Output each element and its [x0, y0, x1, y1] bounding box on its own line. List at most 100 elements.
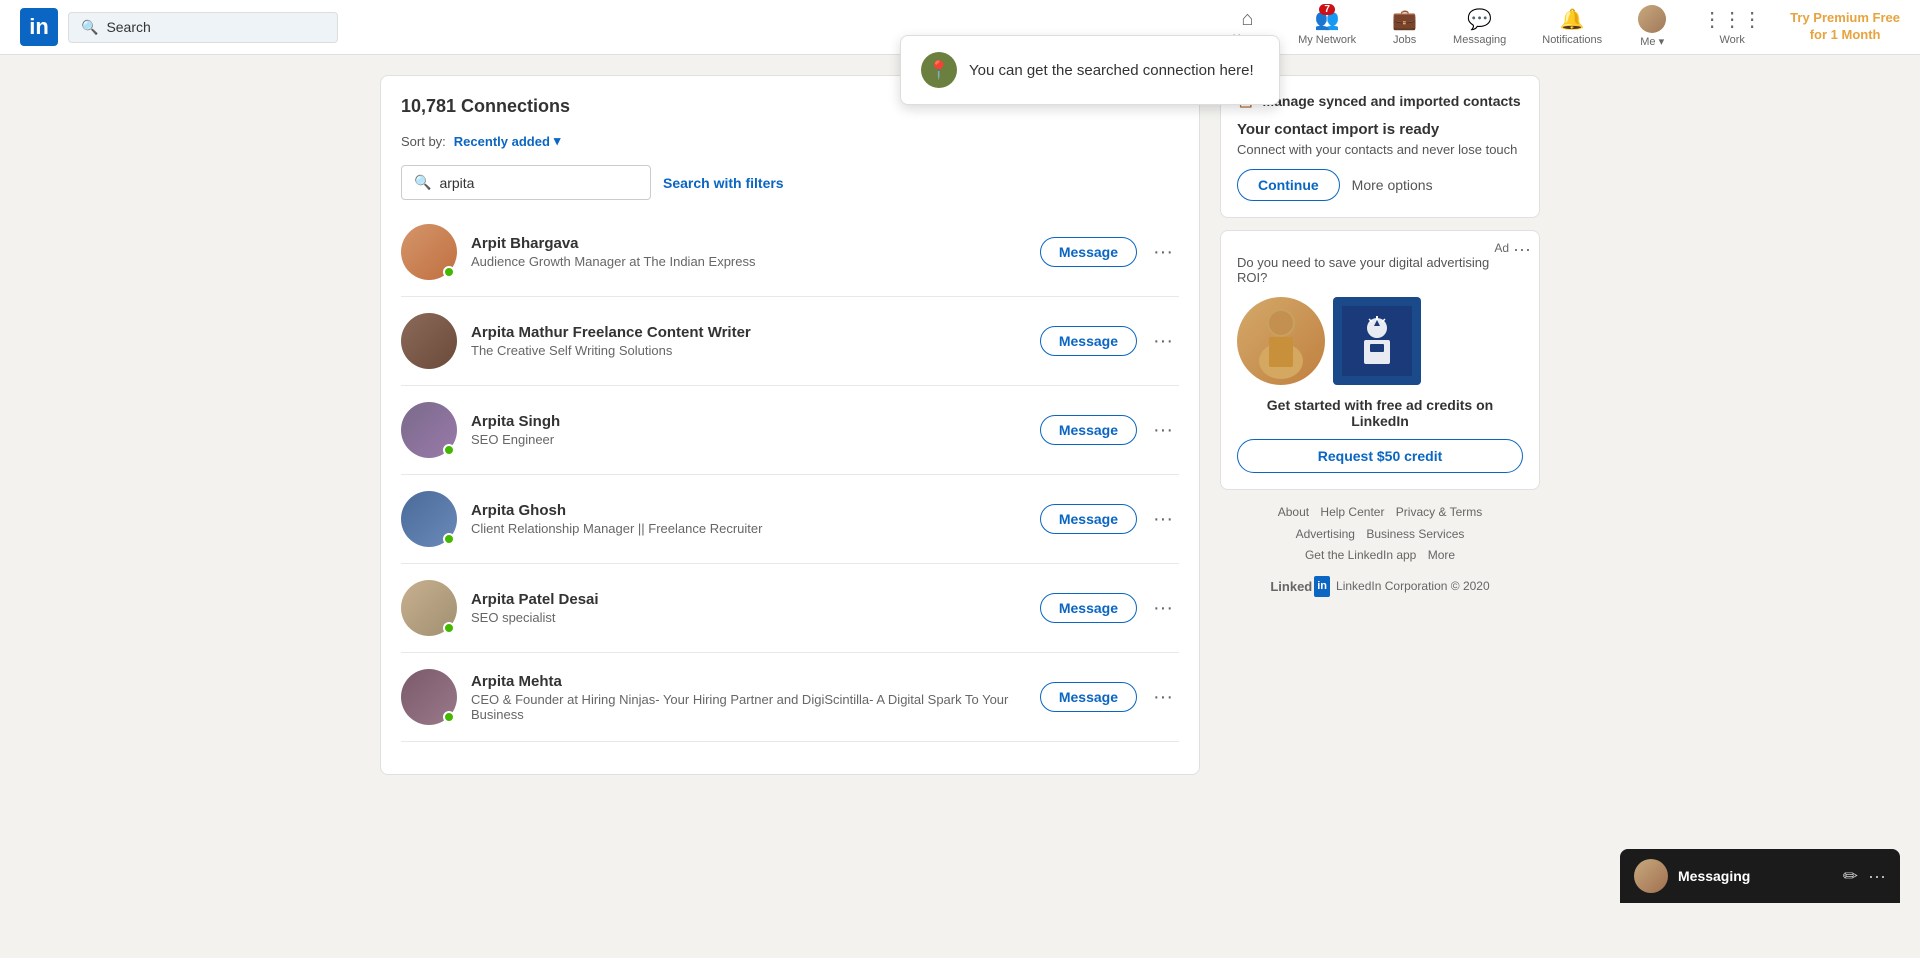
footer-about[interactable]: About: [1278, 505, 1309, 519]
connection-name[interactable]: Arpit Bhargava: [471, 235, 1026, 252]
online-indicator: [443, 266, 455, 278]
footer-privacy-terms[interactable]: Privacy & Terms: [1396, 505, 1482, 519]
sort-value: Recently added: [454, 134, 550, 149]
message-button[interactable]: Message: [1040, 237, 1137, 267]
tooltip-box: 📍 You can get the searched connection he…: [900, 35, 1280, 105]
online-indicator: [443, 533, 455, 545]
nav-jobs[interactable]: 💼 Jobs: [1376, 0, 1433, 54]
pin-icon: 📍: [921, 52, 957, 88]
connection-name[interactable]: Arpita Mathur Freelance Content Writer: [471, 324, 1026, 341]
connection-info: Arpita Patel Desai SEO specialist: [471, 591, 1026, 625]
ad-label: Ad: [1494, 241, 1509, 255]
continue-button[interactable]: Continue: [1237, 169, 1340, 201]
premium-link[interactable]: Try Premium Free for 1 Month: [1790, 10, 1900, 44]
avatar: [401, 580, 457, 636]
message-button[interactable]: Message: [1040, 415, 1137, 445]
search-connections[interactable]: 🔍: [401, 165, 651, 200]
footer-business-services[interactable]: Business Services: [1366, 527, 1464, 541]
nav-me[interactable]: Me ▾: [1622, 0, 1682, 54]
message-button[interactable]: Message: [1040, 593, 1137, 623]
connection-title: The Creative Self Writing Solutions: [471, 343, 1026, 358]
sort-dropdown[interactable]: Recently added ▾: [454, 133, 561, 149]
import-subtitle: Connect with your contacts and never los…: [1237, 142, 1523, 157]
messaging-icon: 💬: [1467, 7, 1492, 32]
connection-info: Arpita Mehta CEO & Founder at Hiring Nin…: [471, 673, 1026, 722]
nav-messaging-label: Messaging: [1453, 34, 1506, 46]
nav-work[interactable]: ⋮⋮⋮ Work: [1686, 0, 1778, 54]
connection-actions: Message ···: [1040, 414, 1179, 446]
import-header-text: Manage synced and imported contacts: [1262, 93, 1520, 109]
connection-actions: Message ···: [1040, 236, 1179, 268]
linkedin-logo[interactable]: in: [20, 8, 58, 46]
online-indicator: [443, 711, 455, 723]
sort-label: Sort by:: [401, 134, 446, 149]
nav-me-label: Me ▾: [1640, 35, 1664, 48]
footer-help-center[interactable]: Help Center: [1320, 505, 1384, 519]
home-icon: ⌂: [1241, 8, 1253, 31]
more-options-button[interactable]: ···: [1147, 325, 1179, 357]
compose-icon[interactable]: ✏: [1843, 866, 1858, 887]
footer-copyright: LinkedIn Corporation © 2020: [1336, 576, 1490, 598]
connection-info: Arpit Bhargava Audience Growth Manager a…: [471, 235, 1026, 269]
footer-links: About Help Center Privacy & Terms Advert…: [1220, 502, 1540, 598]
tooltip-text: You can get the searched connection here…: [969, 62, 1254, 79]
work-icon: ⋮⋮⋮: [1702, 7, 1762, 32]
message-button[interactable]: Message: [1040, 682, 1137, 712]
messaging-label: Messaging: [1678, 868, 1833, 884]
connection-title: SEO Engineer: [471, 432, 1026, 447]
connection-name[interactable]: Arpita Patel Desai: [471, 591, 1026, 608]
connection-name[interactable]: Arpita Singh: [471, 413, 1026, 430]
footer-advertising[interactable]: Advertising: [1296, 527, 1355, 541]
search-bar[interactable]: 🔍: [68, 12, 338, 43]
more-options-button[interactable]: ···: [1147, 236, 1179, 268]
more-options-button[interactable]: ···: [1147, 414, 1179, 446]
connection-name[interactable]: Arpita Mehta: [471, 673, 1026, 690]
message-button[interactable]: Message: [1040, 504, 1137, 534]
nav-work-label: Work: [1719, 34, 1744, 46]
nav-messaging[interactable]: 💬 Messaging: [1437, 0, 1522, 54]
sort-row: Sort by: Recently added ▾: [401, 133, 1179, 149]
table-row: Arpita Mathur Freelance Content Writer T…: [401, 297, 1179, 386]
chevron-down-icon: ▾: [554, 133, 561, 149]
nav-notifications-label: Notifications: [1542, 34, 1602, 46]
ad-more-dots[interactable]: ···: [1513, 239, 1531, 260]
linkedin-footer-logo: Linkedin: [1270, 575, 1330, 598]
avatar: [401, 669, 457, 725]
nav-network[interactable]: 👥 7 My Network: [1282, 0, 1372, 54]
table-row: Arpita Patel Desai SEO specialist Messag…: [401, 564, 1179, 653]
footer-app[interactable]: Get the LinkedIn app: [1305, 548, 1416, 562]
search-input[interactable]: [106, 19, 325, 35]
more-options-text[interactable]: More options: [1352, 177, 1433, 193]
premium-line2: for 1 Month: [1810, 27, 1881, 42]
ad-card: Ad ··· Do you need to save your digital …: [1220, 230, 1540, 490]
more-dots-icon[interactable]: ···: [1868, 866, 1886, 887]
connections-panel: 10,781 Connections Sort by: Recently add…: [380, 75, 1200, 775]
more-options-button[interactable]: ···: [1147, 503, 1179, 535]
search-connections-input[interactable]: [439, 175, 638, 191]
footer-logo: Linkedin LinkedIn Corporation © 2020: [1220, 575, 1540, 598]
message-button[interactable]: Message: [1040, 326, 1137, 356]
search-connections-icon: 🔍: [414, 174, 431, 191]
online-indicator: [443, 444, 455, 456]
connection-name[interactable]: Arpita Ghosh: [471, 502, 1026, 519]
nav-network-label: My Network: [1298, 34, 1356, 46]
import-title: Your contact import is ready: [1237, 121, 1523, 138]
connection-actions: Message ···: [1040, 325, 1179, 357]
more-options-button[interactable]: ···: [1147, 681, 1179, 713]
import-actions: Continue More options: [1237, 169, 1523, 201]
table-row: Arpita Singh SEO Engineer Message ···: [401, 386, 1179, 475]
nav-notifications[interactable]: 🔔 Notifications: [1526, 0, 1618, 54]
avatar: [401, 402, 457, 458]
ad-cta-button[interactable]: Request $50 credit: [1237, 439, 1523, 473]
ad-person-image: [1237, 297, 1325, 385]
search-bar-row: 🔍 Search with filters: [401, 165, 1179, 200]
footer-more[interactable]: More: [1428, 548, 1455, 562]
messaging-bar[interactable]: Messaging ✏ ···: [1620, 849, 1900, 903]
search-with-filters[interactable]: Search with filters: [663, 175, 784, 191]
connection-actions: Message ···: [1040, 503, 1179, 535]
premium-line1: Try Premium Free: [1790, 10, 1900, 25]
avatar: [401, 224, 457, 280]
table-row: Arpita Mehta CEO & Founder at Hiring Nin…: [401, 653, 1179, 742]
more-options-button[interactable]: ···: [1147, 592, 1179, 624]
table-row: Arpita Ghosh Client Relationship Manager…: [401, 475, 1179, 564]
